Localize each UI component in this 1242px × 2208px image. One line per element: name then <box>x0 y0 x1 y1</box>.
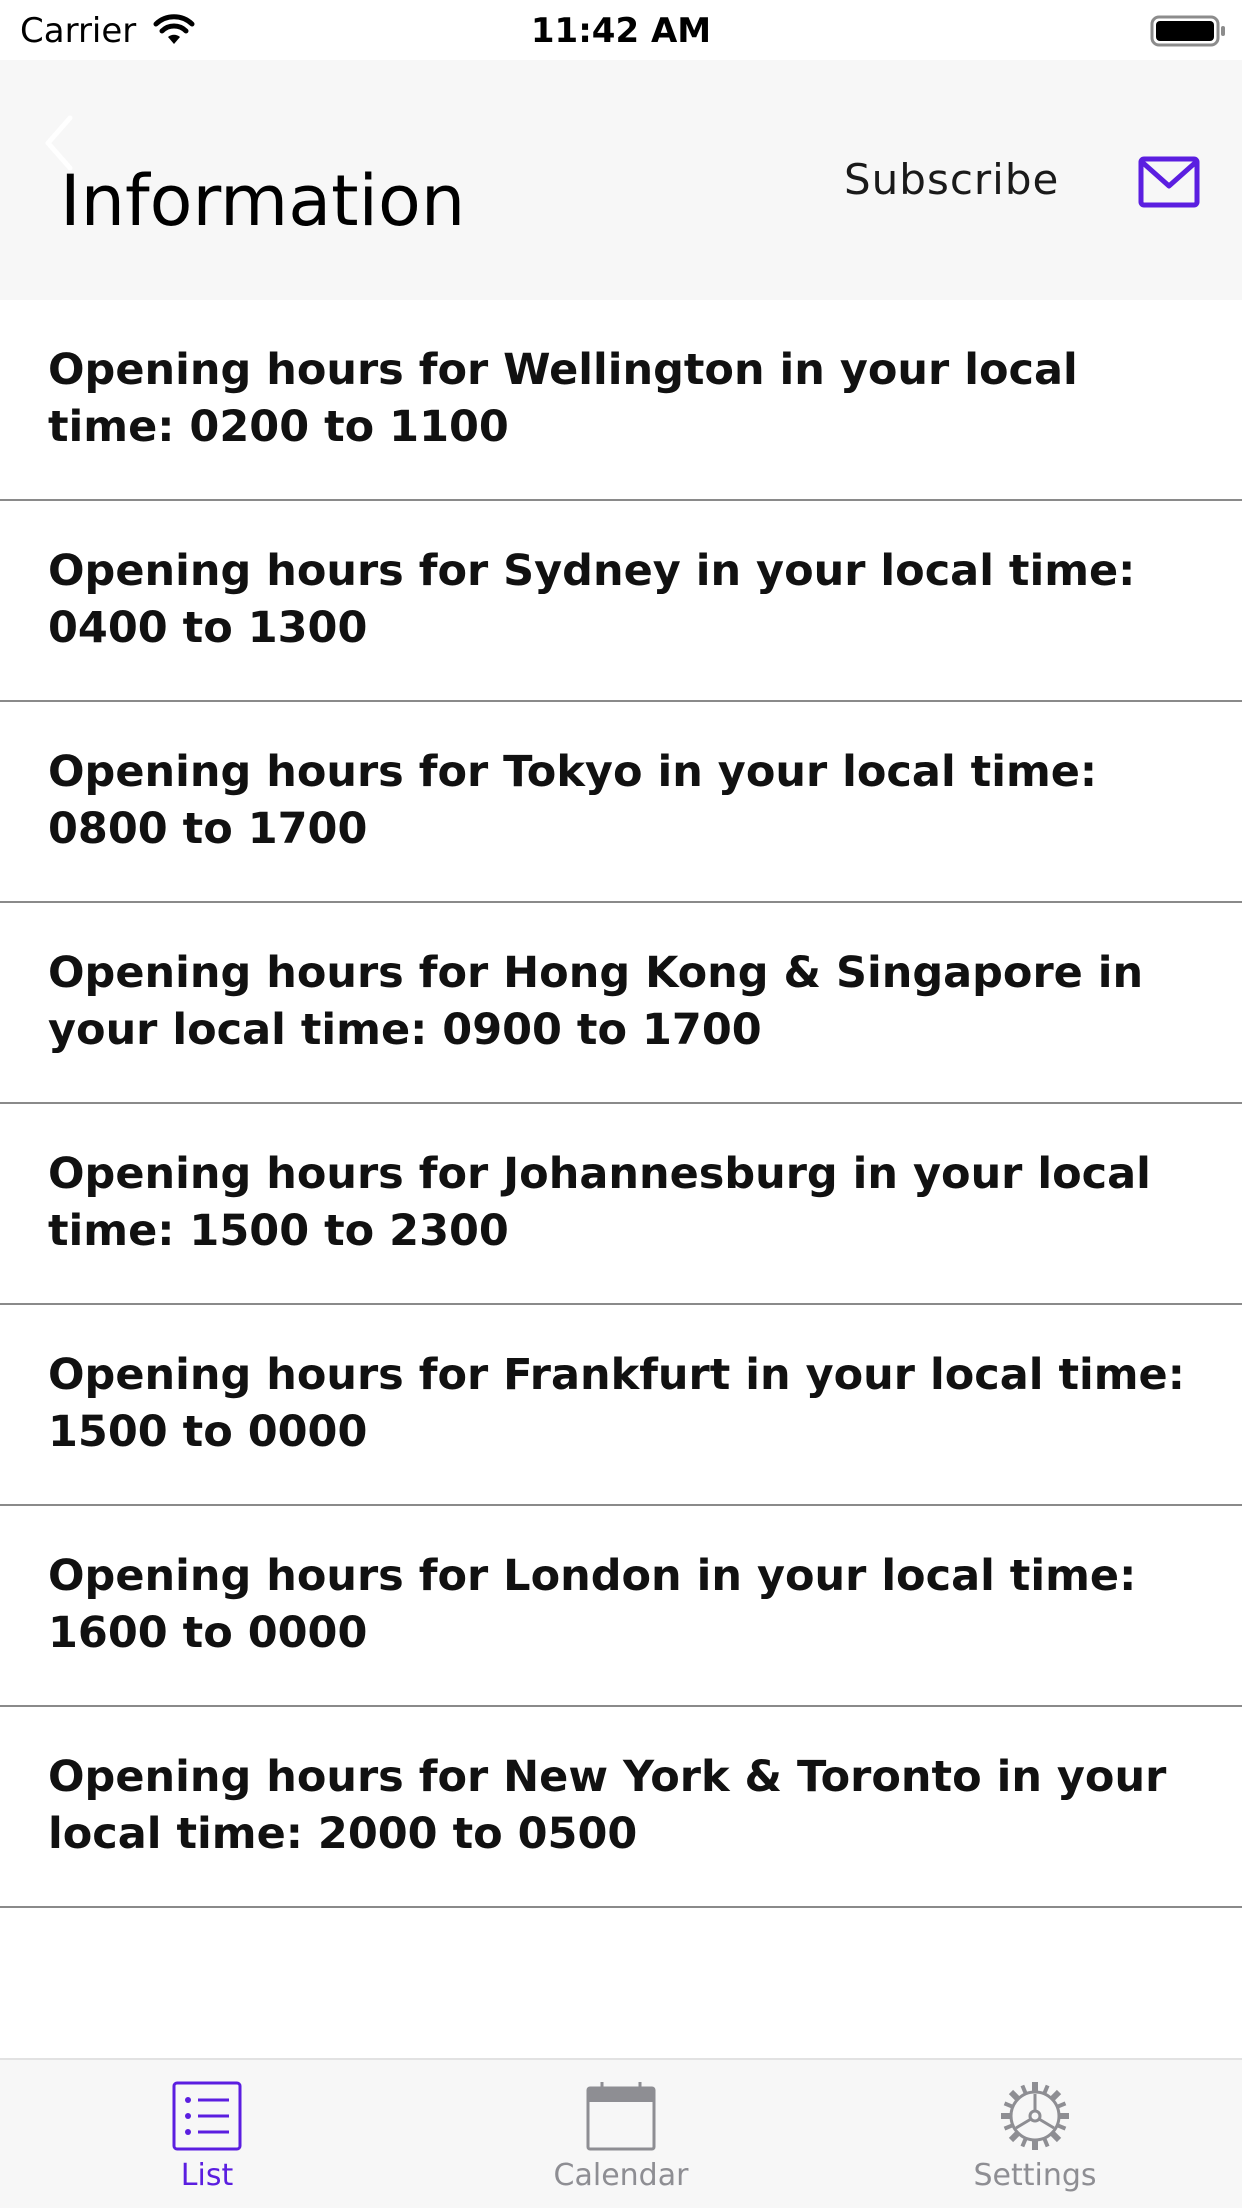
tab-list[interactable]: List <box>0 2060 414 2208</box>
tab-settings-label: Settings <box>973 2158 1097 2193</box>
list-item[interactable]: Opening hours for Wellington in your loc… <box>0 300 1242 501</box>
list-item[interactable]: Opening hours for Johannesburg in your l… <box>0 1104 1242 1305</box>
navigation-header: Information Subscribe <box>0 60 1242 300</box>
list-item[interactable]: Opening hours for London in your local t… <box>0 1506 1242 1707</box>
tab-calendar[interactable]: Calendar <box>414 2060 828 2208</box>
list-item-text: Opening hours for Frankfurt in your loca… <box>48 1350 1185 1457</box>
battery-icon <box>1150 15 1225 47</box>
status-bar: Carrier 11:42 AM <box>0 0 1242 60</box>
tab-calendar-label: Calendar <box>553 2158 689 2193</box>
list-item-text: Opening hours for London in your local t… <box>48 1551 1137 1658</box>
list-item-text: Opening hours for Tokyo in your local ti… <box>48 747 1098 854</box>
list-item[interactable]: Opening hours for Hong Kong & Singapore … <box>0 903 1242 1104</box>
list-item-text: Opening hours for Wellington in your loc… <box>48 345 1078 452</box>
mail-icon[interactable] <box>1138 156 1200 208</box>
calendar-icon <box>586 2082 656 2151</box>
list-item-text: Opening hours for New York & Toronto in … <box>48 1752 1167 1859</box>
list-item[interactable]: Opening hours for Frankfurt in your loca… <box>0 1305 1242 1506</box>
opening-hours-list: Opening hours for Wellington in your loc… <box>0 300 1242 1908</box>
app-screen: Carrier 11:42 AM Information Subscribe O… <box>0 0 1242 2208</box>
list-icon <box>172 2081 242 2151</box>
list-item-text: Opening hours for Sydney in your local t… <box>48 546 1136 653</box>
subscribe-button[interactable]: Subscribe <box>844 152 1059 208</box>
settings-icon <box>1001 2082 1069 2150</box>
status-time: 11:42 AM <box>530 11 712 51</box>
page-title: Information <box>60 160 466 242</box>
list-item-text: Opening hours for Hong Kong & Singapore … <box>48 948 1144 1055</box>
tab-list-label: List <box>180 2158 234 2193</box>
list-item-text: Opening hours for Johannesburg in your l… <box>48 1149 1151 1256</box>
tab-settings[interactable]: Settings <box>828 2060 1242 2208</box>
tab-bar: List Calendar Settings <box>0 2058 1242 2208</box>
list-item[interactable]: Opening hours for New York & Toronto in … <box>0 1707 1242 1908</box>
list-item[interactable]: Opening hours for Tokyo in your local ti… <box>0 702 1242 903</box>
list-item[interactable]: Opening hours for Sydney in your local t… <box>0 501 1242 702</box>
